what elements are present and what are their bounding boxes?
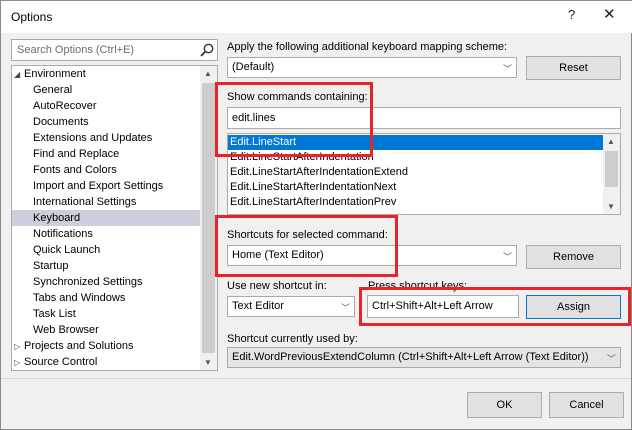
tree-item-label: AutoRecover xyxy=(33,100,97,112)
tree-item[interactable]: Fonts and Colors xyxy=(12,162,201,178)
scroll-down-icon[interactable]: ▼ xyxy=(607,202,615,211)
tree-item[interactable]: Find and Replace xyxy=(12,146,201,162)
search-icon[interactable] xyxy=(199,42,215,58)
ok-button[interactable]: OK xyxy=(467,392,542,418)
use-shortcut-label: Use new shortcut in: xyxy=(227,280,327,292)
tree-item[interactable]: Startup xyxy=(12,258,201,274)
tree-item[interactable]: Extensions and Updates xyxy=(12,130,201,146)
tree-item-label: Fonts and Colors xyxy=(33,164,117,176)
footer-separator xyxy=(1,378,631,379)
tree-item-label: Source Control xyxy=(24,356,98,368)
tree-item-label: Find and Replace xyxy=(33,148,120,160)
use-shortcut-combo[interactable]: Text Editor ﹀ xyxy=(227,296,355,317)
options-dialog: Options ? ✕ Search Options (Ctrl+E) ◢ Env… xyxy=(0,0,632,430)
tree-item-label: Startup xyxy=(33,260,69,272)
tree-item[interactable]: Tabs and Windows xyxy=(12,290,201,306)
tree-item[interactable]: Task List xyxy=(12,306,201,322)
search-placeholder: Search Options (Ctrl+E) xyxy=(17,44,135,56)
tree-item[interactable]: Documents xyxy=(12,114,201,130)
highlight-box-press-keys xyxy=(359,287,631,326)
command-item[interactable]: Edit.LineStartAfterIndentationNext xyxy=(228,180,605,195)
scroll-thumb[interactable] xyxy=(202,83,215,353)
tree-item[interactable]: Notifications xyxy=(12,226,201,242)
highlight-box-show-commands xyxy=(215,82,373,157)
mapping-scheme-combo[interactable]: (Default) ﹀ xyxy=(227,57,517,78)
tree-item[interactable]: Synchronized Settings xyxy=(12,274,201,290)
tree-item[interactable]: ▷ Projects and Solutions xyxy=(12,338,201,354)
title-bar[interactable]: Options ? ✕ xyxy=(1,1,632,33)
tree-items: ◢ Environment General AutoRecover Documents E… xyxy=(12,66,201,370)
tree-item[interactable]: Quick Launch xyxy=(12,242,201,258)
scroll-thumb[interactable] xyxy=(605,151,618,187)
tree-item-label: General xyxy=(33,84,73,96)
tree-item[interactable]: ▷ Source Control xyxy=(12,354,201,370)
close-button[interactable]: ✕ xyxy=(603,5,616,23)
tree-item-label: Projects and Solutions xyxy=(24,340,134,352)
tree-item[interactable]: Import and Export Settings xyxy=(12,178,201,194)
scroll-up-icon[interactable]: ▲ xyxy=(607,137,615,146)
tree-item[interactable]: ◢ Environment xyxy=(12,66,201,82)
cancel-button[interactable]: Cancel xyxy=(549,392,624,418)
tree-item-label: Documents xyxy=(33,116,89,128)
remove-button[interactable]: Remove xyxy=(526,245,621,269)
tree-item-label: Environment xyxy=(24,68,86,80)
tree-item[interactable]: International Settings xyxy=(12,194,201,210)
currently-used-combo[interactable]: Edit.WordPreviousExtendColumn (Ctrl+Shif… xyxy=(227,347,621,368)
caret-collapsed-icon[interactable]: ▷ xyxy=(14,339,24,355)
commands-scrollbar[interactable]: ▲ ▼ xyxy=(603,134,620,214)
scroll-up-icon[interactable]: ▲ xyxy=(204,69,212,78)
tree-item-label: Quick Launch xyxy=(33,244,101,256)
caret-expanded-icon[interactable]: ◢ xyxy=(14,67,24,83)
chevron-down-icon: ﹀ xyxy=(606,354,616,364)
tree-item[interactable]: Web Browser xyxy=(12,322,201,338)
tree-item-label: Extensions and Updates xyxy=(33,132,153,144)
options-tree[interactable]: ◢ Environment General AutoRecover Documents E… xyxy=(11,65,218,371)
highlight-box-shortcuts-selected xyxy=(215,215,398,277)
tree-item[interactable]: Keyboard xyxy=(12,210,201,226)
tree-item[interactable]: AutoRecover xyxy=(12,98,201,114)
use-shortcut-value: Text Editor xyxy=(232,300,284,312)
command-item[interactable]: Edit.LineStartAfterIndentationPrev xyxy=(228,195,605,210)
caret-collapsed-icon[interactable]: ▷ xyxy=(14,355,24,370)
scroll-down-icon[interactable]: ▼ xyxy=(204,358,212,367)
tree-item-label: Task List xyxy=(33,308,76,320)
tree-item-label: Tabs and Windows xyxy=(33,292,126,304)
reset-button[interactable]: Reset xyxy=(526,56,621,80)
tree-item-label: Synchronized Settings xyxy=(33,276,143,288)
window-title: Options xyxy=(11,10,53,24)
chevron-down-icon: ﹀ xyxy=(502,252,512,262)
tree-item-label: Keyboard xyxy=(33,212,81,224)
chevron-down-icon: ﹀ xyxy=(340,303,350,313)
currently-used-value: Edit.WordPreviousExtendColumn (Ctrl+Shif… xyxy=(232,351,589,363)
command-item[interactable]: Edit.LineStartAfterIndentationExtend xyxy=(228,165,605,180)
mapping-scheme-value: (Default) xyxy=(232,61,275,73)
tree-item[interactable]: General xyxy=(12,82,201,98)
tree-item-label: Import and Export Settings xyxy=(33,180,164,192)
tree-item-label: Web Browser xyxy=(33,324,99,336)
currently-used-label: Shortcut currently used by: xyxy=(227,333,358,345)
tree-item-label: Notifications xyxy=(33,228,93,240)
chevron-down-icon: ﹀ xyxy=(502,64,512,74)
search-options-input[interactable]: Search Options (Ctrl+E) xyxy=(11,39,218,61)
help-button[interactable]: ? xyxy=(568,7,575,22)
mapping-scheme-label: Apply the following additional keyboard … xyxy=(227,41,508,53)
tree-item-label: International Settings xyxy=(33,196,137,208)
